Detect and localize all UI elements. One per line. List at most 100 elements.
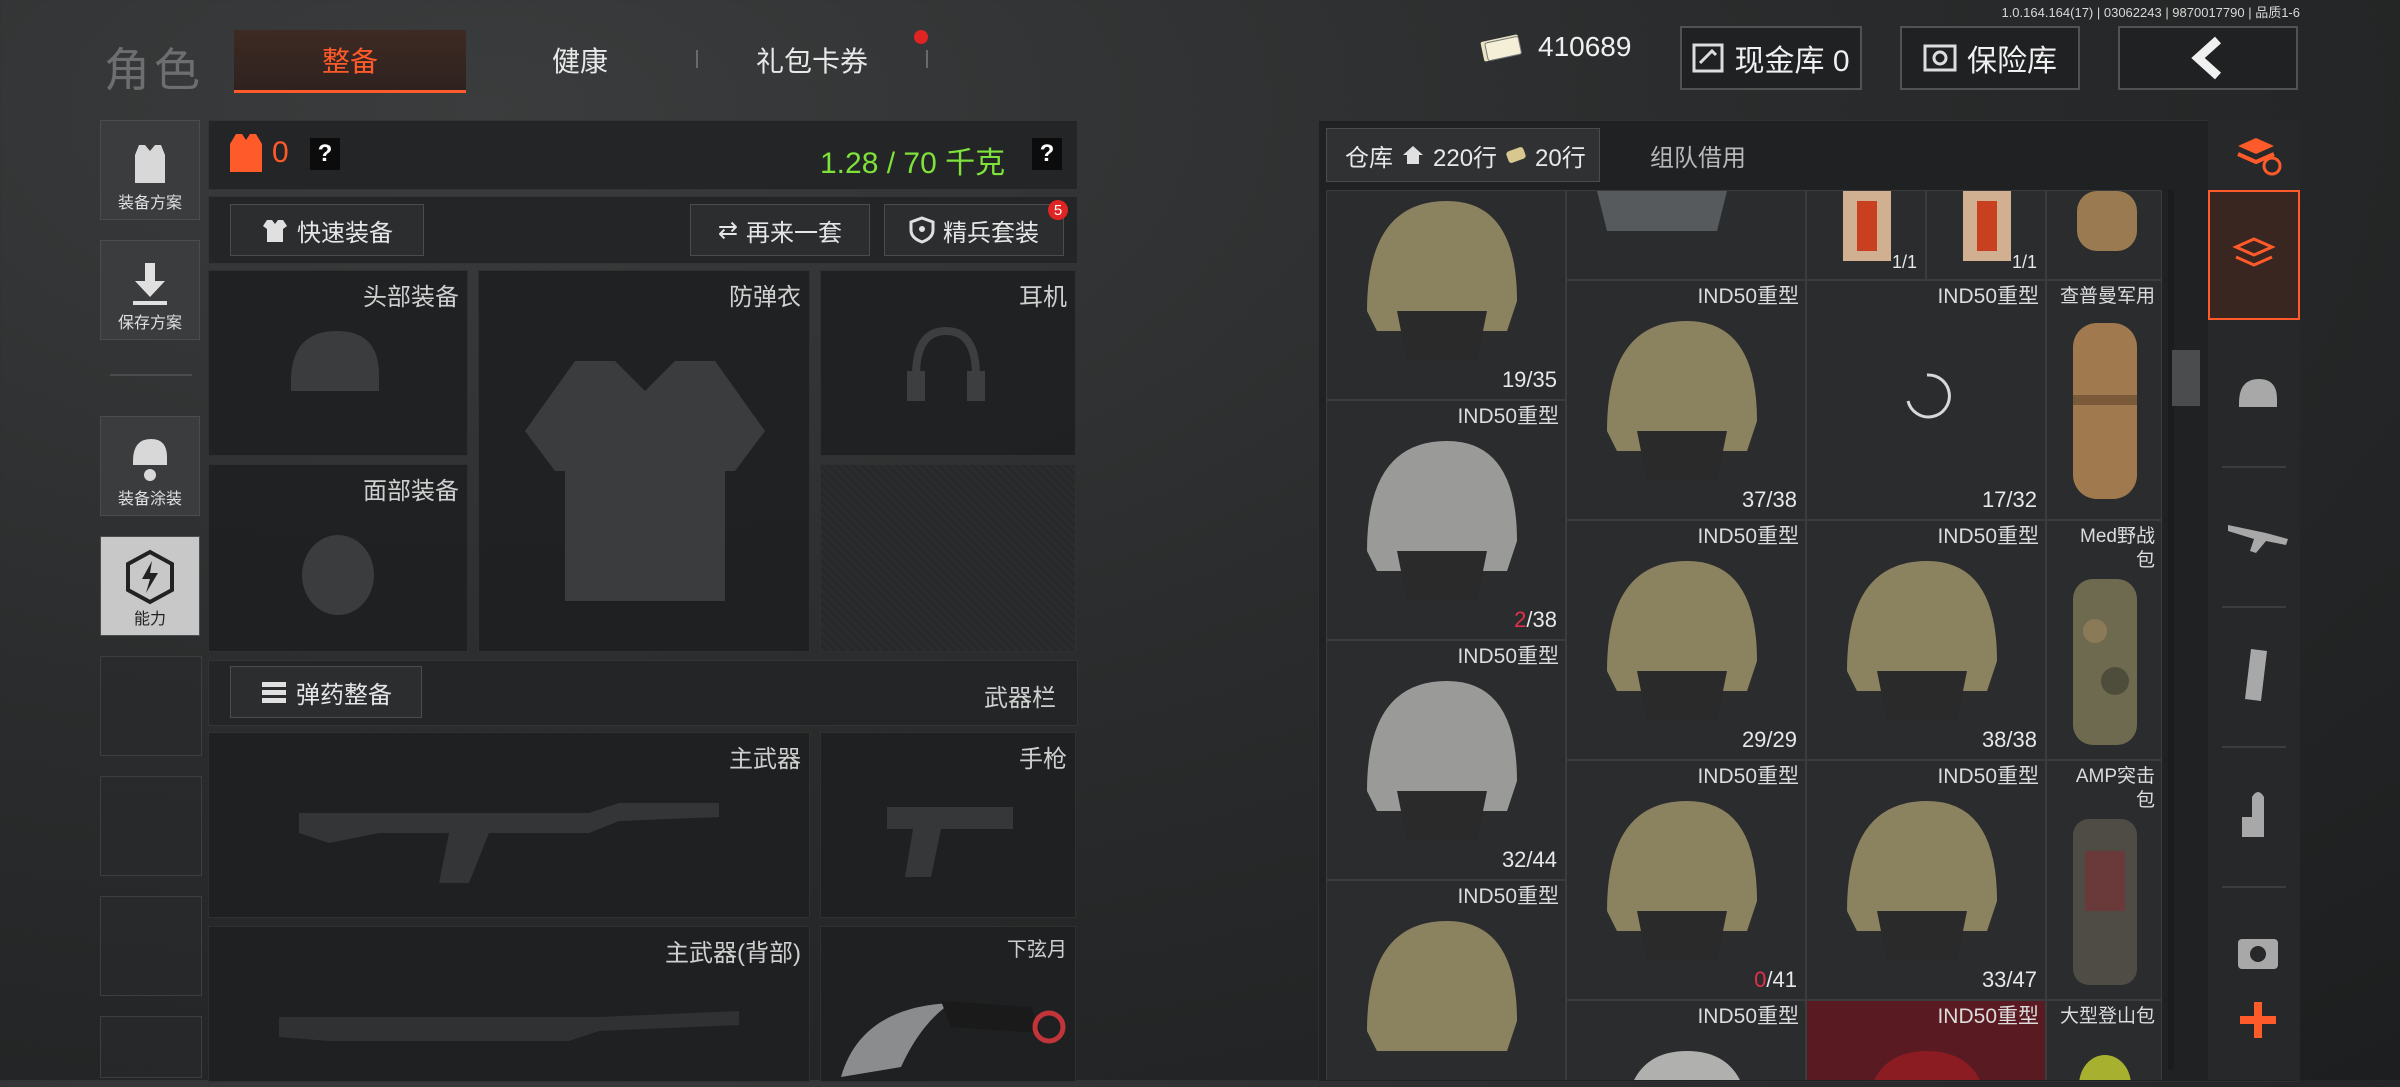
item-cell[interactable]: 查普曼军用 <box>2046 280 2162 520</box>
left-menu-label: 能力 <box>133 611 166 628</box>
loading-spinner-icon <box>1906 373 1951 419</box>
red-helmet-icon <box>1874 1051 1980 1080</box>
magazine-icon <box>2245 649 2267 701</box>
quick-equip-label: 快速装备 <box>297 219 393 247</box>
item-count: 2/38 <box>1514 607 1557 632</box>
knife-slot[interactable]: 下弦月 <box>820 926 1076 1082</box>
scrollbar-track[interactable] <box>2168 190 2174 1070</box>
save-plan-button[interactable]: 保存方案 <box>100 240 200 340</box>
item-name: IND50重型 <box>1457 885 1559 908</box>
category-rifle[interactable] <box>2210 470 2306 600</box>
item-count: 32/44 <box>1501 847 1557 872</box>
item-count: 38/38 <box>1981 727 2037 752</box>
divider <box>2222 606 2286 608</box>
head-slot[interactable]: 头部装备 <box>208 270 468 456</box>
item-cell[interactable]: IND50重型 0/41 <box>1566 760 1806 1000</box>
weight-help-icon[interactable]: ? <box>1032 138 1062 170</box>
warehouse-tab[interactable]: 仓库 220行 20行 <box>1326 128 1600 182</box>
item-cell[interactable]: IND50重型 2/38 <box>1326 400 1566 640</box>
tan-helmet-icon <box>1367 201 1517 361</box>
cash-vault-label: 现金库 0 <box>1734 45 1850 78</box>
item-cell[interactable]: IND50重型 37/38 <box>1566 280 1806 520</box>
equip-plan-button[interactable]: 装备方案 <box>100 120 200 220</box>
again-set-button[interactable]: ⇄ 再来一套 <box>690 204 870 256</box>
safe-icon <box>1923 44 1957 72</box>
item-cell[interactable]: AMP突击包 <box>2046 760 2162 1000</box>
item-cell[interactable] <box>2046 190 2162 280</box>
item-cell[interactable]: 大型登山包 <box>2046 1000 2162 1080</box>
vest-icon <box>135 145 165 183</box>
tab-divider <box>696 50 698 68</box>
tab-divider <box>926 50 928 68</box>
safe-box-button[interactable]: 保险库 <box>1900 26 2080 90</box>
team-borrow-tab[interactable]: 组队借用 <box>1604 128 1792 182</box>
item-cell[interactable] <box>1566 190 1806 280</box>
head-slot-label: 头部装备 <box>363 284 459 311</box>
pistol-slot[interactable]: 手枪 <box>820 732 1076 918</box>
helmet-placeholder-icon <box>291 331 379 391</box>
item-cell[interactable]: IND50重型 <box>1326 880 1566 1080</box>
money-amount: 410689 <box>1538 31 1632 62</box>
item-count: 0/41 <box>1754 967 1797 992</box>
category-magazine[interactable] <box>2210 610 2306 740</box>
item-cell[interactable]: IND50重型 <box>1566 1000 1806 1080</box>
equip-paint-button[interactable]: 装备涂装 <box>100 416 200 516</box>
warehouse-tab-label: 仓库 <box>1345 144 1393 172</box>
bag-icon <box>2077 191 2137 251</box>
item-cell[interactable]: IND50重型 33/47 <box>1806 760 2046 1000</box>
item-cell[interactable]: 1/1 <box>1926 190 2046 280</box>
category-ammo[interactable] <box>2210 750 2306 880</box>
helmet-paint-icon <box>133 439 167 481</box>
main-weapon-slot[interactable]: 主武器 <box>208 732 810 918</box>
category-helmet[interactable] <box>2210 330 2306 460</box>
elite-badge: 5 <box>1048 200 1068 220</box>
item-cell[interactable]: IND50重型 17/32 <box>1806 280 2046 520</box>
left-menu-label: 装备方案 <box>117 195 182 212</box>
weapon-bar-label: 武器栏 <box>984 685 1056 712</box>
safe-box-label: 保险库 <box>1967 45 2057 78</box>
back-button[interactable] <box>2118 26 2298 90</box>
item-cell[interactable]: IND50重型 38/38 <box>1806 520 2046 760</box>
item-cell[interactable]: Med野战包 <box>2046 520 2162 760</box>
shield-icon <box>909 216 935 244</box>
headset-slot[interactable]: 耳机 <box>820 270 1076 456</box>
vest-slot[interactable]: 防弹衣 <box>478 270 810 652</box>
ability-button[interactable]: 能力 <box>100 536 200 636</box>
pistol-slot-label: 手枪 <box>1019 746 1067 773</box>
item-name: IND50重型 <box>1697 765 1799 788</box>
item-cell[interactable]: IND50重型 29/29 <box>1566 520 1806 760</box>
warehouse-rows-extra: 20行 <box>1535 144 1586 172</box>
version-text: 1.0.164.164(17) | 03062243 | 9870017790 … <box>2001 5 2300 20</box>
back-weapon-slot[interactable]: 主武器(背部) <box>208 926 810 1082</box>
backpack-icon <box>1597 191 1727 231</box>
help-icon[interactable]: ? <box>310 138 340 170</box>
item-count: 1/1 <box>1891 252 1917 272</box>
ammo-equip-label: 弹药整备 <box>296 681 392 709</box>
scrollbar-thumb[interactable] <box>2172 350 2200 406</box>
sort-button[interactable] <box>2210 120 2306 192</box>
quick-equip-button[interactable]: 快速装备 <box>230 204 424 256</box>
item-name: IND50重型 <box>1937 525 2039 548</box>
cash-vault-button[interactable]: 现金库 0 <box>1680 26 1862 90</box>
warehouse-rows-main: 220行 <box>1433 144 1498 172</box>
empty-menu-slot <box>100 656 202 756</box>
item-cell[interactable]: 1/1 <box>1806 190 1926 280</box>
refresh-icon: ⇄ <box>717 216 739 244</box>
extra-slot[interactable] <box>820 464 1076 652</box>
elite-set-button[interactable]: 精兵套装 <box>884 204 1064 256</box>
tab-equip[interactable]: 整备 <box>234 30 466 93</box>
mask-placeholder-icon <box>302 535 374 615</box>
item-cell[interactable]: IND50重型 32/44 <box>1326 640 1566 880</box>
item-cell[interactable]: 19/35 <box>1326 190 1566 400</box>
category-all[interactable] <box>2208 190 2300 320</box>
camo-bag-icon <box>2073 579 2137 745</box>
military-bag-icon <box>2073 323 2137 499</box>
tab-giftpack[interactable]: 礼包卡券 <box>712 30 912 90</box>
face-slot[interactable]: 面部装备 <box>208 464 468 652</box>
item-cell[interactable]: IND50重型 <box>1806 1000 2046 1080</box>
tab-health[interactable]: 健康 <box>480 30 680 90</box>
ammo-equip-button[interactable]: 弹药整备 <box>230 666 422 718</box>
ticket-icon <box>1506 147 1526 163</box>
add-category-button[interactable] <box>2210 960 2306 1080</box>
page-title: 角色 <box>104 44 204 96</box>
